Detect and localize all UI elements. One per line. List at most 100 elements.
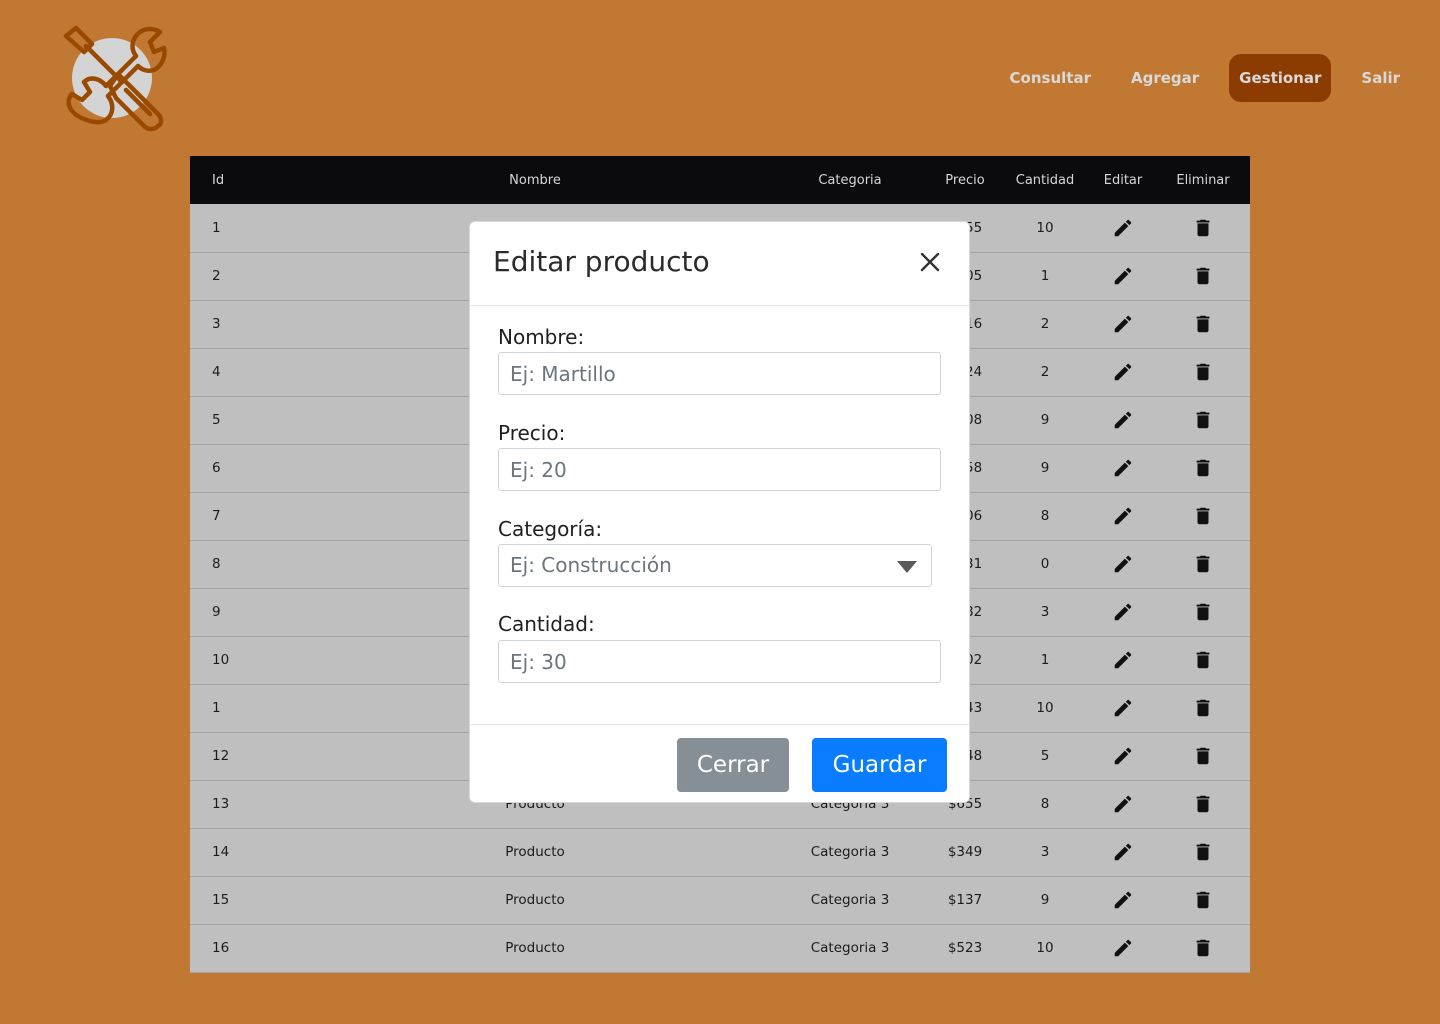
cell-editar [1090, 444, 1156, 492]
trash-icon[interactable] [1192, 745, 1214, 767]
pencil-icon[interactable] [1112, 697, 1134, 719]
cell-editar [1090, 252, 1156, 300]
cell-id: 10 [212, 652, 230, 668]
table-row: 16 Producto Categoria 3 $523 10 [190, 924, 1250, 972]
cell-id: 9 [212, 604, 221, 620]
header-eliminar: Eliminar [1176, 172, 1230, 188]
cell-cantidad: 5 [1040, 748, 1050, 764]
cell-eliminar [1156, 396, 1250, 444]
trash-icon[interactable] [1192, 361, 1214, 383]
modal-header: Editar producto [470, 222, 969, 306]
table-row: 14 Producto Categoria 3 $349 3 [190, 828, 1250, 876]
trash-icon[interactable] [1192, 553, 1214, 575]
cell-eliminar [1156, 300, 1250, 348]
cell-id: 3 [212, 316, 221, 332]
categoria-select[interactable]: Ej: Construcción [498, 544, 932, 587]
cell-id: 8 [212, 556, 221, 572]
cell-id: 5 [212, 412, 221, 428]
cell-nombre: Producto [505, 892, 565, 908]
cell-precio: $137 [947, 892, 983, 908]
trash-icon[interactable] [1192, 937, 1214, 959]
cell-nombre: Producto [505, 844, 565, 860]
cell-cantidad: 0 [1040, 556, 1050, 572]
table-row: 15 Producto Categoria 3 $137 9 [190, 876, 1250, 924]
cell-eliminar [1156, 924, 1250, 972]
cell-editar [1090, 924, 1156, 972]
cell-cantidad: 9 [1040, 412, 1050, 428]
cell-nombre: Producto [505, 940, 565, 956]
cell-eliminar [1156, 444, 1250, 492]
nav-agregar[interactable]: Agregar [1121, 54, 1209, 102]
precio-input[interactable] [498, 448, 941, 491]
trash-icon[interactable] [1192, 697, 1214, 719]
trash-icon[interactable] [1192, 217, 1214, 239]
pencil-icon[interactable] [1112, 745, 1134, 767]
cell-editar [1090, 396, 1156, 444]
trash-icon[interactable] [1192, 457, 1214, 479]
pencil-icon[interactable] [1112, 649, 1134, 671]
trash-icon[interactable] [1192, 889, 1214, 911]
cell-id: 13 [212, 796, 230, 812]
trash-icon[interactable] [1192, 649, 1214, 671]
cell-eliminar [1156, 348, 1250, 396]
header-editar: Editar [1103, 172, 1143, 188]
cantidad-input[interactable] [498, 640, 941, 683]
pencil-icon[interactable] [1112, 601, 1134, 623]
pencil-icon[interactable] [1112, 217, 1134, 239]
cell-id: 15 [212, 892, 230, 908]
cell-cantidad: 1 [1040, 268, 1050, 284]
pencil-icon[interactable] [1112, 937, 1134, 959]
cell-eliminar [1156, 828, 1250, 876]
cell-id: 1 [212, 700, 221, 716]
cell-editar [1090, 876, 1156, 924]
trash-icon[interactable] [1192, 841, 1214, 863]
pencil-icon[interactable] [1112, 265, 1134, 287]
pencil-icon[interactable] [1112, 793, 1134, 815]
trash-icon[interactable] [1192, 505, 1214, 527]
trash-icon[interactable] [1192, 793, 1214, 815]
cell-editar [1090, 300, 1156, 348]
cell-eliminar [1156, 780, 1250, 828]
cell-editar [1090, 588, 1156, 636]
cell-cantidad: 2 [1040, 316, 1050, 332]
cell-cantidad: 8 [1040, 796, 1050, 812]
cell-categoria: Categoria 3 [810, 940, 890, 956]
logo-tools-icon [63, 25, 167, 132]
pencil-icon[interactable] [1112, 457, 1134, 479]
cell-eliminar [1156, 492, 1250, 540]
cell-eliminar [1156, 588, 1250, 636]
trash-icon[interactable] [1192, 313, 1214, 335]
cell-id: 4 [212, 364, 221, 380]
trash-icon[interactable] [1192, 265, 1214, 287]
nav-gestionar[interactable]: Gestionar [1229, 54, 1332, 102]
header-precio: Precio [945, 172, 985, 188]
trash-icon[interactable] [1192, 601, 1214, 623]
pencil-icon[interactable] [1112, 361, 1134, 383]
cell-editar [1090, 348, 1156, 396]
pencil-icon[interactable] [1112, 553, 1134, 575]
cell-editar [1090, 492, 1156, 540]
cell-editar [1090, 636, 1156, 684]
cell-cantidad: 10 [1036, 219, 1054, 236]
pencil-icon[interactable] [1112, 889, 1134, 911]
cell-cantidad: 3 [1040, 604, 1050, 620]
nav-salir[interactable]: Salir [1351, 54, 1410, 102]
cerrar-button[interactable]: Cerrar [677, 738, 789, 792]
cell-cantidad: 9 [1040, 892, 1050, 908]
pencil-icon[interactable] [1112, 409, 1134, 431]
pencil-icon[interactable] [1112, 505, 1134, 527]
nav-consultar[interactable]: Consultar [1000, 54, 1101, 102]
trash-icon[interactable] [1192, 409, 1214, 431]
pencil-icon[interactable] [1112, 841, 1134, 863]
cell-id: 1 [212, 219, 221, 236]
nombre-input[interactable] [498, 352, 941, 395]
cell-editar [1090, 828, 1156, 876]
guardar-button[interactable]: Guardar [812, 738, 947, 792]
caret-down-icon [897, 561, 917, 573]
pencil-icon[interactable] [1112, 313, 1134, 335]
cell-cantidad: 3 [1040, 844, 1050, 860]
categoria-select-value: Ej: Construcción [510, 553, 672, 577]
close-icon[interactable] [919, 251, 941, 273]
modal-footer: Cerrar Guardar [470, 724, 969, 803]
cell-cantidad: 8 [1040, 508, 1050, 524]
